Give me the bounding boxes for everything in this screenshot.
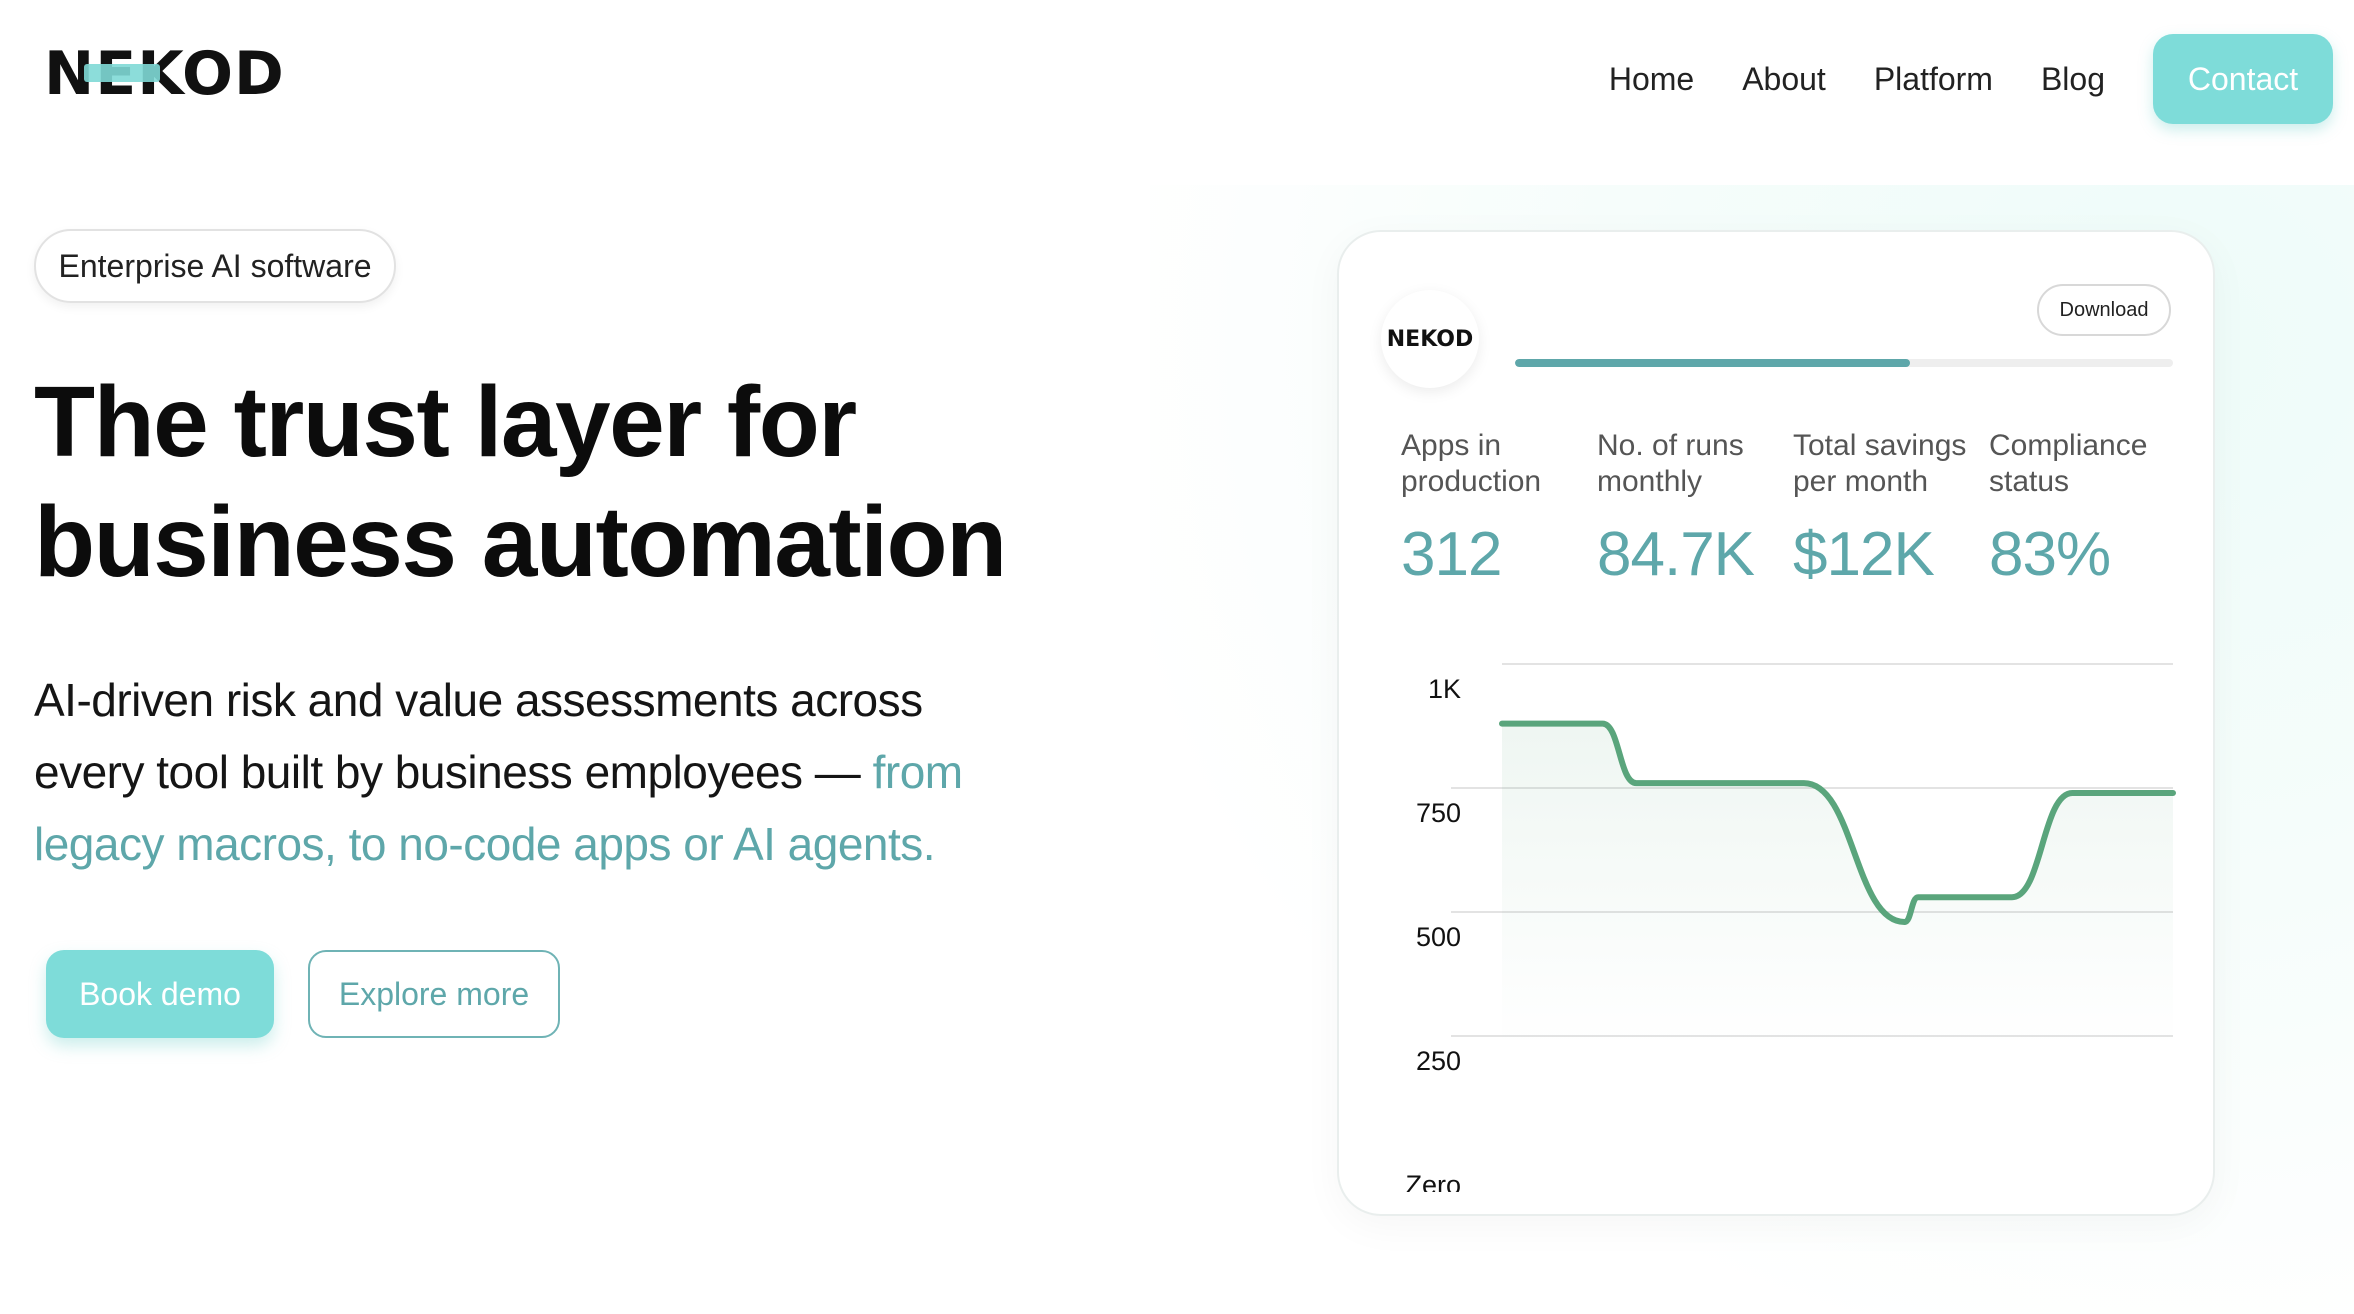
stat-compliance: Compliance status 83% <box>1989 428 2179 590</box>
y-tick-label: 1K <box>1428 674 1461 704</box>
book-demo-button[interactable]: Book demo <box>46 950 274 1038</box>
chart-svg: 1K 750 500 250 Zero <box>1405 663 2176 1200</box>
logo-text: NEKOD <box>44 39 285 109</box>
dashboard-logo: NEKOD <box>1381 290 1479 388</box>
nav-blog[interactable]: Blog <box>2041 61 2105 98</box>
subtext-plain: AI-driven risk and value assessments acr… <box>34 674 923 798</box>
logo-accent-bar <box>84 64 160 82</box>
y-tick-label: 500 <box>1416 922 1461 952</box>
contact-button[interactable]: Contact <box>2153 34 2333 124</box>
y-tick-label: 750 <box>1416 798 1461 828</box>
main-nav: Home About Platform Blog Contact <box>1609 34 2354 124</box>
nav-home[interactable]: Home <box>1609 61 1694 98</box>
y-tick-label: 250 <box>1416 1046 1461 1076</box>
explore-more-button[interactable]: Explore more <box>308 950 560 1038</box>
stat-value: 312 <box>1401 520 1502 589</box>
stat-label: Total savings per month <box>1793 429 1967 498</box>
progress-bar <box>1515 359 2173 367</box>
progress-fill <box>1515 359 1910 367</box>
dashboard-card: NEKOD Download Apps in production 312 No.… <box>1337 230 2215 1216</box>
hero-subtext: AI-driven risk and value assessments acr… <box>34 664 1014 880</box>
download-button[interactable]: Download <box>2037 284 2171 336</box>
stat-value: $12K <box>1793 520 1935 589</box>
nav-platform[interactable]: Platform <box>1874 61 1993 98</box>
stat-label: Compliance status <box>1989 429 2148 498</box>
stat-label: Apps in production <box>1401 429 1542 498</box>
stat-savings: Total savings per month $12K <box>1793 428 1983 590</box>
runs-chart: 1K 750 500 250 Zero <box>1339 632 2217 1200</box>
stat-value: 84.7K <box>1597 520 1755 589</box>
y-tick-label: Zero <box>1405 1170 1461 1192</box>
headline-line-2: business automation <box>34 486 1007 598</box>
stat-runs: No. of runs monthly 84.7K <box>1597 428 1787 590</box>
chart-area <box>1502 723 2173 1046</box>
nav-about[interactable]: About <box>1742 61 1826 98</box>
stat-label: No. of runs monthly <box>1597 429 1744 498</box>
category-pill: Enterprise AI software <box>34 229 396 303</box>
brand-logo[interactable]: NEKOD <box>44 44 285 104</box>
stat-apps: Apps in production 312 <box>1401 428 1591 590</box>
page: NEKOD Home About Platform Blog Contact E… <box>0 0 2354 1314</box>
dashboard-logo-text: NEKOD <box>1386 326 1474 352</box>
hero-headline: The trust layer for business automation <box>34 362 1094 602</box>
stat-value: 83% <box>1989 520 2111 589</box>
headline-line-1: The trust layer for <box>34 366 857 478</box>
